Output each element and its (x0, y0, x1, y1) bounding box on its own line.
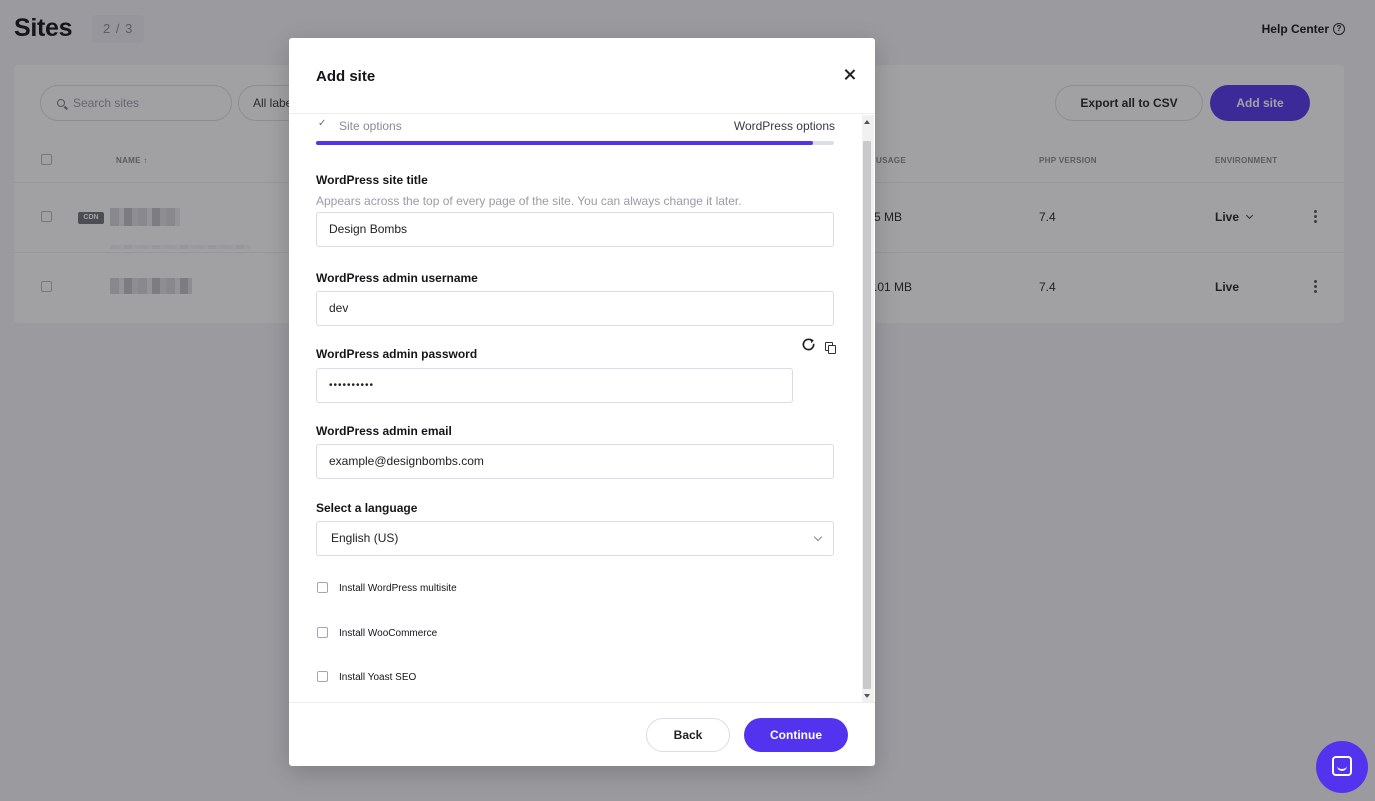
admin-email-input[interactable]: example@designbombs.com (316, 444, 834, 479)
scrollbar-thumb[interactable] (863, 141, 871, 689)
multisite-checkbox[interactable] (317, 582, 328, 593)
site-title-input[interactable]: Design Bombs (316, 212, 834, 247)
yoast-seo-label[interactable]: Install Yoast SEO (339, 672, 416, 683)
step-site-options[interactable]: Site options (339, 119, 402, 133)
add-site-modal: Add site ✓ Site options WordPress option… (289, 38, 875, 766)
woocommerce-label[interactable]: Install WooCommerce (339, 628, 437, 639)
continue-button[interactable]: Continue (744, 718, 848, 752)
yoast-seo-checkbox[interactable] (317, 671, 328, 682)
modal-title: Add site (316, 68, 376, 85)
admin-username-label: WordPress admin username (316, 271, 478, 285)
chevron-down-icon (813, 532, 823, 542)
checkmark-icon: ✓ (318, 118, 327, 129)
site-title-help: Appears across the top of every page of … (316, 194, 742, 208)
back-button[interactable]: Back (646, 718, 730, 752)
progress-bar (316, 141, 834, 145)
scrollbar[interactable] (862, 115, 874, 702)
language-label: Select a language (316, 501, 418, 515)
site-title-label: WordPress site title (316, 173, 428, 187)
modal-body: ✓ Site options WordPress options WordPre… (289, 115, 875, 702)
multisite-label[interactable]: Install WordPress multisite (339, 583, 457, 594)
copy-icon[interactable] (825, 342, 836, 354)
scroll-up-arrow-icon[interactable] (864, 120, 870, 124)
language-value: English (US) (331, 531, 399, 545)
woocommerce-checkbox[interactable] (317, 627, 328, 638)
admin-username-input[interactable]: dev (316, 291, 834, 326)
step-wordpress-options: WordPress options (733, 119, 835, 133)
refresh-icon[interactable] (801, 337, 816, 352)
modal-footer: Back Continue (289, 702, 875, 766)
chat-icon (1332, 756, 1352, 776)
scroll-down-arrow-icon[interactable] (864, 694, 870, 698)
admin-email-label: WordPress admin email (316, 424, 452, 438)
language-select[interactable]: English (US) (316, 521, 834, 556)
chat-launcher-button[interactable] (1316, 741, 1368, 793)
progress-fill (316, 141, 814, 145)
admin-password-label: WordPress admin password (316, 347, 478, 361)
admin-password-input[interactable]: •••••••••• (316, 368, 793, 403)
modal-header: Add site (289, 38, 875, 114)
close-icon[interactable] (844, 69, 855, 80)
